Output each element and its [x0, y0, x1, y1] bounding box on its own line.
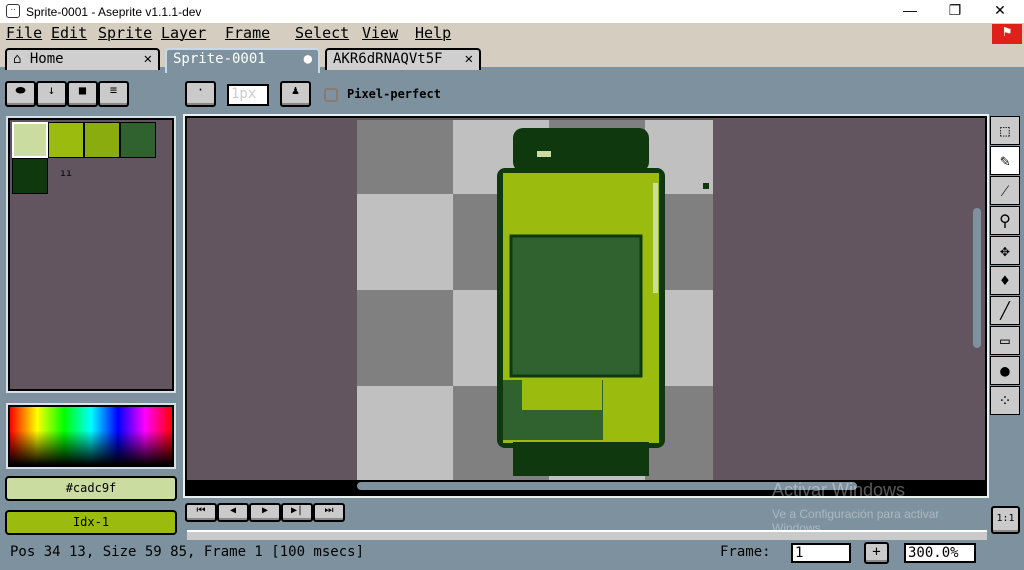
spray-icon[interactable]: ⁘	[990, 386, 1020, 415]
menu-lines-button[interactable]: ≡	[98, 81, 129, 107]
news-flag-icon[interactable]: ⚑	[992, 24, 1022, 44]
menu-bar: File Edit Sprite Layer Frame Select View…	[0, 23, 1024, 45]
title-bar: ·· Sprite-0001 - Aseprite v1.1.1-dev — ❐…	[0, 0, 1024, 23]
tab-sprite-0001[interactable]: Sprite-0001 ●	[165, 48, 320, 73]
palette-swatch[interactable]	[120, 122, 156, 158]
close-button[interactable]: ✕	[980, 2, 1020, 19]
vertical-scrollbar	[973, 208, 981, 348]
modified-indicator: ●	[303, 51, 312, 67]
frame-input[interactable]: 1	[791, 543, 851, 563]
last-frame-button[interactable]: ⏭	[313, 503, 345, 522]
maximize-button[interactable]: ❐	[935, 2, 975, 19]
sprite-canvas[interactable]	[187, 118, 985, 494]
minimize-button[interactable]: —	[890, 2, 930, 18]
eraser-mode-button[interactable]: ⬬	[5, 81, 36, 107]
play-button[interactable]: ▶	[249, 503, 281, 522]
pixel-perfect-checkbox[interactable]	[324, 88, 338, 102]
window-title: Sprite-0001 - Aseprite v1.1.1-dev	[26, 5, 202, 19]
palette-swatch[interactable]	[12, 122, 48, 158]
first-frame-button[interactable]: ⏮	[185, 503, 217, 522]
marquee-icon[interactable]: ⬚	[990, 116, 1020, 145]
menu-sprite[interactable]: Sprite	[98, 24, 152, 42]
status-bar: Pos 34 13, Size 59 85, Frame 1 [100 msec…	[0, 540, 1024, 570]
menu-layer[interactable]: Layer	[161, 24, 206, 42]
lasso-icon[interactable]: ●	[990, 356, 1020, 385]
palette-swatch[interactable]	[12, 158, 48, 194]
paint-bucket-icon[interactable]: ♦	[990, 266, 1020, 295]
previous-frame-button[interactable]: ◀	[217, 503, 249, 522]
app-icon: ··	[6, 4, 20, 18]
tab-label: Home	[29, 51, 64, 67]
tab-bar: ⌂ Home ✕ Sprite-0001 ● AKR6dRNAQVt5F ✕	[0, 45, 1024, 73]
move-icon[interactable]: ✥	[990, 236, 1020, 265]
brush-type-button[interactable]: ·	[185, 81, 216, 107]
menu-file[interactable]: File	[6, 24, 42, 42]
frame-label: Frame:	[720, 544, 771, 560]
sprite-editor[interactable]	[183, 114, 989, 498]
close-tab-icon[interactable]: ✕	[144, 51, 152, 67]
palette-swatch[interactable]	[48, 122, 84, 158]
tool-bar: ⬚ ✎ ⁄ ⚲ ✥ ♦ ╱ ▭ ● ⁘	[990, 116, 1020, 418]
brush-size-input[interactable]: 1px	[227, 84, 269, 106]
home-icon: ⌂	[13, 51, 22, 67]
close-tab-icon[interactable]: ✕	[465, 51, 473, 67]
tab-home[interactable]: ⌂ Home ✕	[5, 48, 160, 70]
rectangle-icon[interactable]: ▭	[990, 326, 1020, 355]
color-spectrum[interactable]	[6, 403, 176, 469]
foreground-color-button[interactable]: #cadc9f	[5, 476, 177, 501]
zoom-icon[interactable]: ⚲	[990, 206, 1020, 235]
add-frame-button[interactable]: +	[864, 542, 889, 564]
menu-view[interactable]: View	[362, 24, 398, 42]
palette-swatch[interactable]	[84, 122, 120, 158]
tab-akr6[interactable]: AKR6dRNAQVt5F ✕	[325, 48, 481, 70]
watermark-text: Ve a Configuración para activar Windows.	[772, 507, 940, 535]
menu-select[interactable]: Select	[295, 24, 349, 42]
tab-label: Sprite-0001	[173, 51, 266, 67]
pencil-icon[interactable]: ✎	[990, 146, 1020, 175]
menu-edit[interactable]: Edit	[51, 24, 87, 42]
next-frame-button[interactable]: ▶|	[281, 503, 313, 522]
watermark-title: Activar Windows	[772, 480, 906, 500]
one-to-one-zoom-button[interactable]: 1:1	[991, 506, 1020, 534]
palette-entries-marker: ıı	[60, 168, 73, 179]
eyedropper-icon[interactable]: ⁄	[990, 176, 1020, 205]
menu-frame[interactable]: Frame	[225, 24, 270, 42]
menu-help[interactable]: Help	[415, 24, 451, 42]
status-text: Pos 34 13, Size 59 85, Frame 1 [100 msec…	[10, 544, 365, 560]
activation-watermark: Activar Windows Ve a Configuración para …	[772, 480, 987, 535]
tab-label: AKR6dRNAQVt5F	[333, 51, 443, 67]
background-color-button[interactable]: Idx-1	[5, 510, 177, 535]
folder-button[interactable]: ■	[67, 81, 98, 107]
move-down-button[interactable]: ↓	[36, 81, 67, 107]
line-icon[interactable]: ╱	[990, 296, 1020, 325]
ink-button[interactable]: ♟	[280, 81, 311, 107]
zoom-input[interactable]: 300.0%	[904, 543, 976, 563]
palette-panel: ıı	[6, 116, 176, 393]
pixel-perfect-label: Pixel-perfect	[347, 87, 441, 101]
